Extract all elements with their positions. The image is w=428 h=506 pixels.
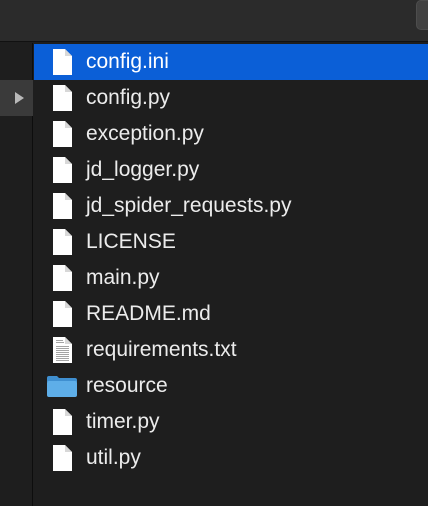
file-name: timer.py — [86, 410, 160, 433]
file-row[interactable]: jd_logger.py — [34, 152, 428, 188]
document-icon — [48, 264, 76, 292]
document-icon — [48, 84, 76, 112]
file-name: config.py — [86, 86, 171, 109]
file-name: README.md — [86, 302, 211, 325]
folder-icon — [46, 372, 77, 400]
file-row[interactable]: LICENSE — [34, 224, 428, 260]
file-row[interactable]: timer.py — [34, 404, 428, 440]
file-row[interactable]: README.md — [34, 296, 428, 332]
file-name: main.py — [86, 266, 160, 289]
document-icon — [48, 444, 76, 472]
file-name: config.ini — [86, 50, 169, 73]
file-row[interactable]: jd_spider_requests.py — [34, 188, 428, 224]
document-icon — [48, 120, 76, 148]
file-list: config.ini config.py exception.py jd_log… — [34, 44, 428, 476]
folder-row[interactable]: resource — [34, 368, 428, 404]
parent-column-selected-row[interactable] — [0, 80, 33, 116]
document-icon — [48, 192, 76, 220]
document-icon — [48, 156, 76, 184]
file-name: exception.py — [86, 122, 204, 145]
parent-column — [0, 43, 33, 506]
file-row[interactable]: requirements.txt — [34, 332, 428, 368]
file-row[interactable]: config.py — [34, 80, 428, 116]
file-name: LICENSE — [86, 230, 176, 253]
folder-name: resource — [86, 374, 168, 397]
document-icon — [48, 300, 76, 328]
document-icon — [48, 48, 76, 76]
file-name: jd_logger.py — [86, 158, 200, 181]
document-icon — [48, 228, 76, 256]
toolbar — [0, 0, 428, 42]
document-icon — [48, 408, 76, 436]
file-name: requirements.txt — [86, 338, 237, 361]
file-row[interactable]: config.ini — [34, 44, 428, 80]
disclosure-triangle-icon[interactable] — [15, 92, 24, 104]
finder-window: config.ini config.py exception.py jd_log… — [0, 0, 428, 506]
file-name: util.py — [86, 446, 141, 469]
file-row[interactable]: exception.py — [34, 116, 428, 152]
file-row[interactable]: util.py — [34, 440, 428, 476]
text-document-icon — [48, 336, 76, 364]
file-name: jd_spider_requests.py — [86, 194, 292, 217]
toolbar-button[interactable] — [416, 0, 428, 30]
file-row[interactable]: main.py — [34, 260, 428, 296]
